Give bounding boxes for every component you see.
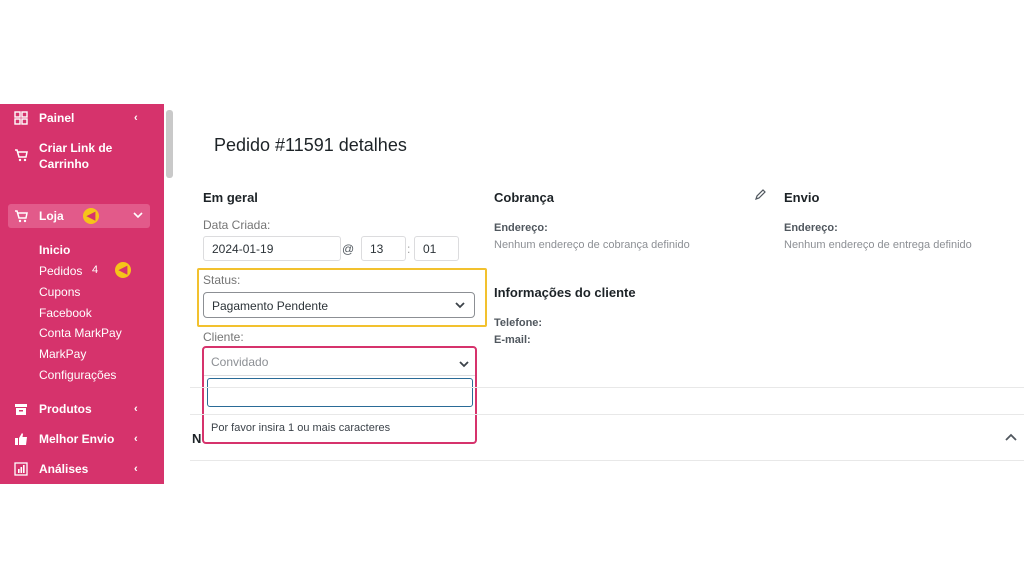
submenu-inicio[interactable]: Inicio (39, 243, 70, 257)
search-hint-text: Por favor insira 1 ou mais caracteres (211, 422, 391, 434)
pointer-arrow-icon: ◀ (115, 262, 131, 278)
status-select-value: Pagamento Pendente (212, 299, 329, 313)
bar-chart-icon (14, 462, 28, 476)
dropdown-divider (204, 375, 475, 376)
dashboard-grid-icon (14, 111, 28, 125)
sidebar-item-loja[interactable]: Loja (8, 204, 150, 228)
chevron-left-icon: ‹ (134, 433, 138, 445)
date-created-input[interactable]: 2024-01-19 (203, 236, 341, 261)
chevron-up-icon[interactable] (1004, 432, 1018, 442)
billing-address-value: Nenhum endereço de cobrança definido (494, 239, 690, 251)
submenu-pedidos[interactable]: Pedidos (39, 264, 82, 278)
section-title-geral: Em geral (203, 190, 258, 205)
chevron-down-icon (459, 361, 469, 368)
date-created-label: Data Criada: (203, 218, 271, 232)
chevron-down-icon (133, 212, 143, 219)
submenu-facebook[interactable]: Facebook (39, 306, 92, 320)
submenu-configuracoes[interactable]: Configurações (39, 368, 116, 382)
cliente-placeholder: Convidado (211, 355, 269, 369)
minute-input[interactable]: 01 (414, 236, 459, 261)
section-divider (190, 387, 1024, 388)
lower-section-title: N (192, 431, 202, 446)
archive-icon (15, 404, 27, 415)
label-line-2: Carrinho (39, 157, 90, 171)
sidebar-item-label: Análises (39, 462, 89, 476)
submenu-cupons[interactable]: Cupons (39, 285, 80, 299)
status-select[interactable]: Pagamento Pendente (203, 292, 475, 318)
pointer-arrow-icon: ◀ (83, 208, 99, 224)
sidebar-item-label: Produtos (39, 402, 92, 416)
shipping-address-value: Nenhum endereço de entrega definido (784, 239, 972, 251)
sidebar-scrollbar[interactable] (164, 104, 175, 484)
section-title-envio: Envio (784, 190, 820, 205)
pencil-edit-icon[interactable] (755, 189, 766, 200)
submenu-conta-markpay[interactable]: Conta MarkPay (39, 326, 122, 340)
shipping-address-label: Endereço: (784, 222, 838, 234)
sidebar-item-label: Painel (39, 111, 75, 125)
phone-label: Telefone: (494, 317, 543, 329)
section-divider (190, 414, 1024, 415)
pedidos-count-badge: 4 (92, 264, 99, 276)
chevron-left-icon: ‹ (134, 112, 138, 124)
sidebar-item-criar-link[interactable]: Criar Link de Carrinho (0, 140, 164, 174)
sidebar-item-melhor-envio[interactable]: Melhor Envio ‹ (0, 431, 164, 449)
section-title-client-info: Informações do cliente (494, 285, 636, 300)
submenu-markpay[interactable]: MarkPay (39, 347, 86, 361)
sidebar-item-label: Criar Link de Carrinho (39, 140, 112, 172)
scrollbar-thumb[interactable] (166, 110, 173, 178)
thumbs-up-icon (15, 433, 27, 445)
cart-icon (15, 149, 28, 162)
sidebar-item-analises[interactable]: Análises ‹ (0, 461, 164, 479)
at-separator: @ (342, 242, 355, 256)
sidebar-item-produtos[interactable]: Produtos ‹ (0, 401, 164, 419)
cart-icon (15, 210, 28, 223)
section-divider (190, 460, 1024, 461)
chevron-down-icon (455, 302, 465, 309)
email-label: E-mail: (494, 334, 531, 346)
section-title-cobranca: Cobrança (494, 190, 554, 205)
hour-input[interactable]: 13 (361, 236, 406, 261)
label-line-1: Criar Link de (39, 141, 113, 155)
sidebar-item-label: Loja (39, 209, 64, 223)
time-colon: : (407, 242, 411, 256)
sidebar-item-painel[interactable]: Painel ‹ (0, 110, 164, 128)
sidebar-item-label: Melhor Envio (39, 432, 115, 446)
chevron-left-icon: ‹ (134, 463, 138, 475)
sidebar: Painel ‹ Criar Link de Carrinho Loja ◀ I… (0, 104, 175, 484)
page-title: Pedido #11591 detalhes (214, 135, 407, 155)
status-label: Status: (203, 273, 241, 287)
chevron-left-icon: ‹ (134, 403, 138, 415)
cliente-label: Cliente: (203, 330, 244, 344)
billing-address-label: Endereço: (494, 222, 548, 234)
cliente-search-input[interactable] (207, 378, 473, 407)
